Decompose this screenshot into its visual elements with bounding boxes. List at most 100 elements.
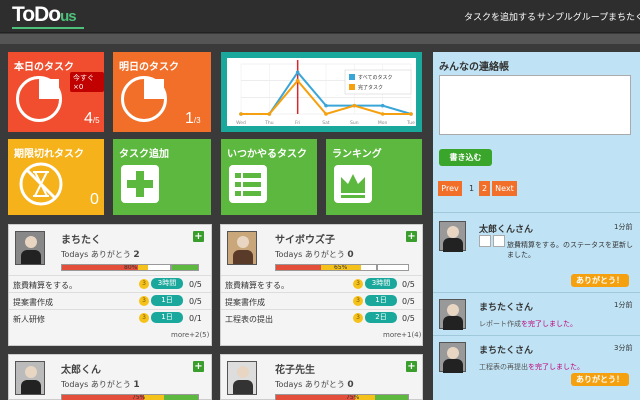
tile-today-tasks[interactable]: 本日のタスク 今すぐ×0 4/5 <box>8 52 104 132</box>
add-task-plus-icon[interactable]: + <box>193 231 204 242</box>
time-pill: 3時間 <box>365 278 397 289</box>
x-tick-label: Sat <box>322 120 330 126</box>
x-tick-label: Thu <box>264 120 274 126</box>
tile-tomorrow-tasks[interactable]: 明日のタスク 1/3 <box>113 52 211 132</box>
coin-icon: 3 <box>139 279 149 289</box>
submit-button[interactable]: 書き込む <box>439 149 492 166</box>
data-point <box>324 112 328 116</box>
message-textarea[interactable] <box>439 75 631 135</box>
data-point <box>324 103 328 108</box>
thanks-count: Todays ありがとう 0 <box>275 380 354 390</box>
add-task-plus-icon[interactable]: + <box>406 361 417 372</box>
post-text: レポート作成を完了しました。 <box>479 320 577 328</box>
time-pill: 1日 <box>365 295 397 306</box>
tile-title: タスク追加 <box>119 149 169 160</box>
app-logo[interactable]: ToDous <box>12 3 77 27</box>
hourglass-forbidden-icon <box>19 162 63 206</box>
time-pill: 3時間 <box>151 278 183 289</box>
x-tick-label: Sun <box>350 120 359 126</box>
message-board: みんなの連絡帳 書き込む Prev 1 2 Next 太郎くんさん 1分前 旅費… <box>433 52 640 400</box>
task-row[interactable]: 提案書作成 3 1日 0/5 <box>9 292 211 308</box>
progress-bar: 75% <box>61 394 199 400</box>
data-point <box>295 70 300 75</box>
task-row[interactable]: 旅費精算をする。 3 3時間 0/5 <box>221 275 422 291</box>
thanks-button[interactable]: ありがとう！ <box>571 373 629 386</box>
data-point <box>380 112 385 116</box>
post-text: 旅費精算をする。のステータスを更新しました。 <box>507 241 633 259</box>
post-time: 1分前 <box>614 301 633 309</box>
tomorrow-count: 1/3 <box>185 110 201 127</box>
member-name: 花子先生 <box>275 365 315 376</box>
data-point <box>380 103 385 108</box>
overdue-count: 0 <box>90 191 99 208</box>
time-pill: 2日 <box>365 312 397 323</box>
separator <box>433 335 640 336</box>
member-card: サイボウズ子 + Todays ありがとう 0 65% 旅費精算をする。 3 3… <box>220 224 423 346</box>
separator <box>433 212 640 213</box>
add-task-plus-icon[interactable]: + <box>193 361 204 372</box>
time-pill: 1日 <box>151 295 183 306</box>
add-task-plus-icon[interactable]: + <box>406 231 417 242</box>
tile-title: 期限切れタスク <box>14 149 84 160</box>
avatar <box>15 361 45 395</box>
tomorrow-pie-icon <box>121 76 167 122</box>
coin-icon: 3 <box>139 296 149 306</box>
now-badge: 今すぐ×0 <box>70 72 104 92</box>
coin-icon: 3 <box>353 279 363 289</box>
post-text: 工程表の再提出を完了しました。 <box>479 363 584 371</box>
member-card: 花子先生 + Todays ありがとう 0 75% <box>220 354 423 400</box>
tile-add-task[interactable]: タスク追加 <box>113 139 211 215</box>
data-point <box>409 112 413 116</box>
badge-icon <box>479 235 491 247</box>
thanks-count: Todays ありがとう 1 <box>61 380 140 390</box>
tile-overdue-tasks[interactable]: 期限切れタスク 0 <box>8 139 104 215</box>
member-name: まちたく <box>61 235 101 246</box>
more-link[interactable]: more+2(5) <box>171 331 209 339</box>
post-author: まちたくさん <box>479 346 534 356</box>
crown-icon <box>334 165 372 203</box>
tile-title: ランキング <box>332 149 382 160</box>
avatar <box>439 299 466 330</box>
more-link[interactable]: more+1(4) <box>383 331 421 339</box>
legend-swatch <box>349 84 355 90</box>
list-icon <box>229 165 267 203</box>
legend-label: すべてのタスク <box>358 74 392 81</box>
thanks-button[interactable]: ありがとう！ <box>571 274 629 287</box>
member-card: まちたく + Todays ありがとう 2 80% 旅費精算をする。 3 3時間… <box>8 224 212 346</box>
avatar <box>439 342 466 373</box>
prev-page-button[interactable]: Prev <box>438 181 462 196</box>
avatar <box>227 231 257 265</box>
task-row[interactable]: 旅費精算をする。 3 3時間 0/5 <box>9 275 211 291</box>
page-1[interactable]: 1 <box>469 184 474 193</box>
chart-tile: Wed Thu Fri Sat Sun Mon Tue すべてのタスク 完了タスク <box>221 52 422 132</box>
nav-group[interactable]: サンプルグループ <box>537 10 608 23</box>
member-name: 太郎くん <box>61 365 101 376</box>
x-tick-label: Fri <box>295 120 300 126</box>
legend-swatch <box>349 74 355 80</box>
next-page-button[interactable]: Next <box>492 181 517 196</box>
x-tick-label: Mon <box>378 120 388 126</box>
logo-underline <box>12 27 84 29</box>
task-row[interactable]: 新人研修 3 1日 0/1 <box>9 309 211 325</box>
avatar <box>227 361 257 395</box>
avatar <box>439 221 466 252</box>
tile-ranking[interactable]: ランキング <box>326 139 422 215</box>
coin-icon: 3 <box>353 296 363 306</box>
page-2[interactable]: 2 <box>479 181 490 196</box>
time-pill: 1日 <box>151 312 183 323</box>
sub-bar <box>0 34 640 44</box>
nav-user[interactable]: まちたく <box>608 10 640 23</box>
task-row[interactable]: 工程表の提出 3 2日 0/5 <box>221 309 422 325</box>
post-time: 1分前 <box>614 223 633 231</box>
board-title: みんなの連絡帳 <box>439 62 509 73</box>
post-time: 3分前 <box>614 344 633 352</box>
progress-bar: 65% <box>275 264 377 271</box>
coin-icon: 3 <box>139 313 149 323</box>
post-author: 太郎くんさん <box>479 225 534 235</box>
task-row[interactable]: 提案書作成 3 1日 0/5 <box>221 292 422 308</box>
avatar <box>15 231 45 265</box>
nav-add-task[interactable]: タスクを追加する <box>464 10 536 23</box>
thanks-count: Todays ありがとう 0 <box>275 250 354 260</box>
tile-someday-tasks[interactable]: いつかやるタスク <box>221 139 317 215</box>
separator <box>433 292 640 293</box>
